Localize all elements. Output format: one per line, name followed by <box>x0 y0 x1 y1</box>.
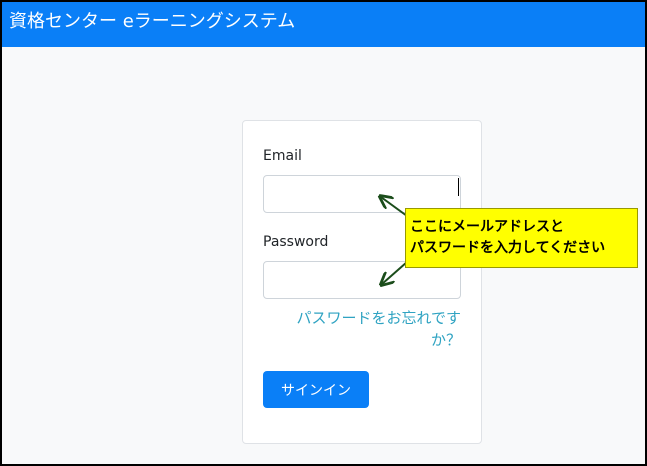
navbar: 資格センター eラーニングシステム <box>2 2 645 47</box>
login-card: Email Password パスワードをお忘れですか？ サインイン <box>242 120 482 444</box>
signin-button[interactable]: サインイン <box>263 371 369 408</box>
callout-line-1: ここにメールアドレスと <box>410 219 564 235</box>
callout-line-2: パスワードを入力してください <box>410 240 606 256</box>
text-cursor <box>458 178 459 196</box>
forgot-password-link[interactable]: パスワードをお忘れですか？ <box>283 307 461 351</box>
password-label: Password <box>263 234 329 250</box>
app-title[interactable]: 資格センター eラーニングシステム <box>9 10 295 34</box>
email-label: Email <box>263 148 302 164</box>
annotation-callout: ここにメールアドレスと パスワードを入力してください <box>405 208 638 268</box>
